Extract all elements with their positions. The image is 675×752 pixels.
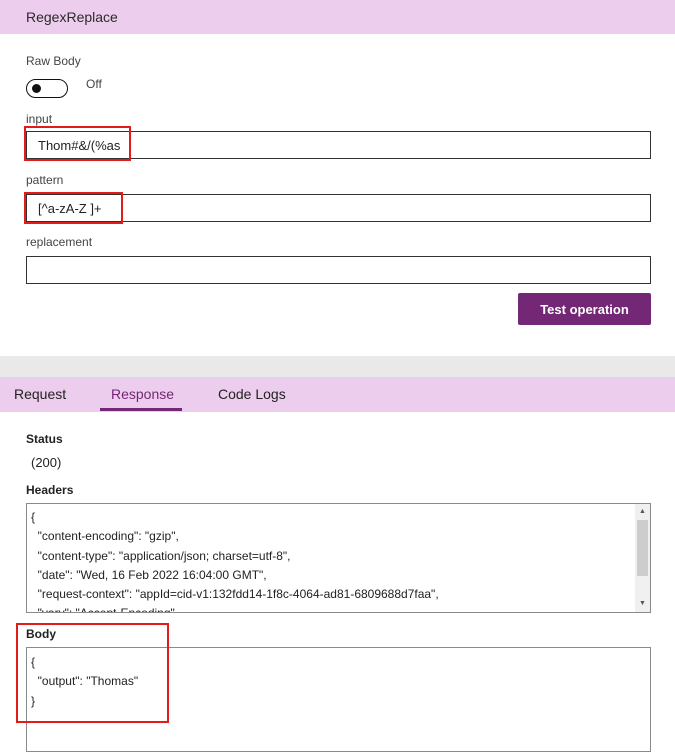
test-operation-button[interactable]: Test operation — [518, 293, 651, 325]
replacement-label: replacement — [26, 235, 93, 249]
replacement-field[interactable] — [26, 256, 651, 284]
raw-body-label: Raw Body — [26, 54, 81, 68]
pattern-highlight-box — [24, 192, 123, 224]
tab-code-logs[interactable]: Code Logs — [218, 386, 286, 402]
tab-request[interactable]: Request — [14, 386, 66, 402]
headers-label: Headers — [26, 483, 74, 497]
headers-line: "content-type": "application/json; chars… — [31, 548, 291, 563]
headers-line: { — [31, 510, 36, 524]
pattern-label: pattern — [26, 173, 64, 187]
body-highlight-box — [16, 623, 169, 723]
headers-line: "date": "Wed, 16 Feb 2022 16:04:00 GMT", — [31, 567, 267, 582]
input-label: input — [26, 112, 53, 126]
headers-box[interactable]: { "content-encoding": "gzip", "content-t… — [26, 503, 651, 613]
headers-scrollbar[interactable]: ▲ ▼ — [635, 504, 650, 612]
active-tab-indicator — [100, 408, 182, 411]
headers-content: { "content-encoding": "gzip", "content-t… — [31, 508, 439, 612]
status-label: Status — [26, 432, 63, 446]
response-tab-bar — [0, 377, 675, 412]
scroll-down-arrow-icon[interactable]: ▼ — [635, 597, 650, 611]
status-value: (200) — [31, 455, 62, 470]
operation-title: RegexReplace — [26, 9, 118, 25]
raw-body-state: Off — [86, 77, 102, 91]
scroll-thumb[interactable] — [637, 520, 648, 576]
tab-response[interactable]: Response — [111, 386, 174, 402]
raw-body-toggle[interactable] — [26, 79, 68, 98]
headers-line: "content-encoding": "gzip", — [31, 529, 179, 544]
section-divider — [0, 356, 675, 377]
toggle-knob — [32, 84, 41, 93]
headers-line: "vary": "Accept-Encoding" — [31, 604, 439, 612]
input-highlight-box — [24, 126, 131, 161]
headers-line: "request-context": "appId=cid-v1:132fdd1… — [31, 587, 439, 602]
scroll-up-arrow-icon[interactable]: ▲ — [635, 505, 650, 519]
